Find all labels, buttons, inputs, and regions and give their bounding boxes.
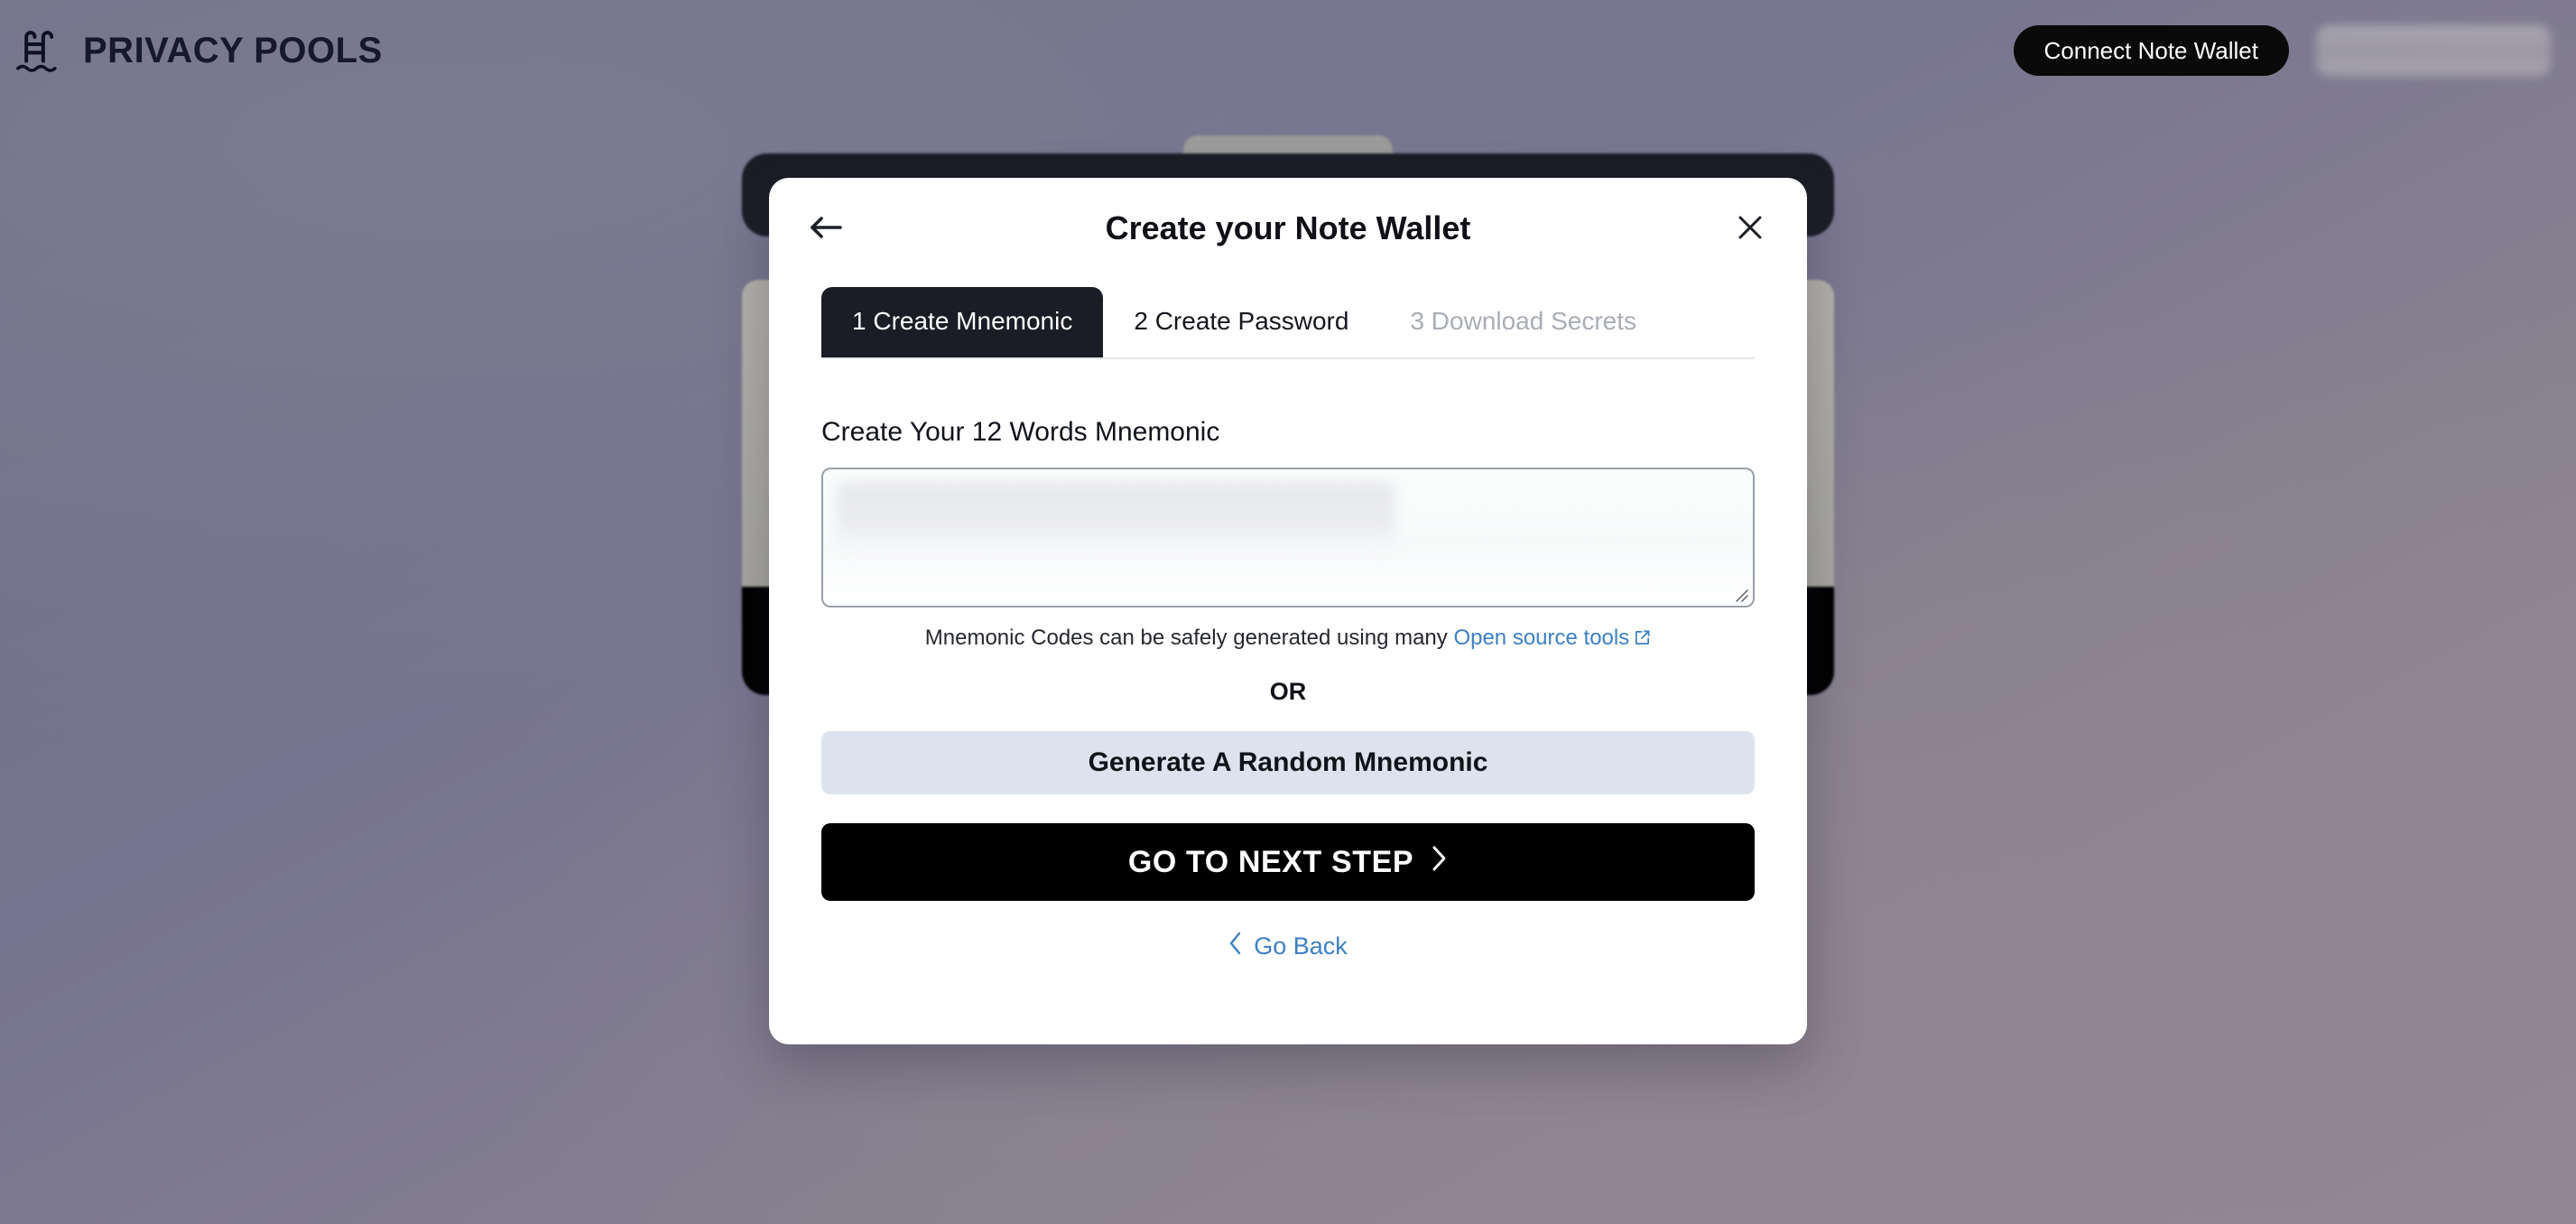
mnemonic-input[interactable] — [823, 469, 1753, 606]
go-to-next-step-button[interactable]: GO TO NEXT STEP — [821, 823, 1755, 901]
header-actions: Connect Note Wallet — [2013, 25, 2551, 76]
account-chip-redacted[interactable] — [2316, 25, 2551, 76]
open-source-tools-link[interactable]: Open source tools — [1453, 626, 1651, 650]
pool-ladder-icon — [13, 25, 63, 76]
wizard-tabs: 1 Create Mnemonic 2 Create Password 3 Do… — [821, 287, 1755, 359]
close-icon — [1736, 213, 1765, 245]
tab-download-secrets[interactable]: 3 Download Secrets — [1379, 287, 1667, 357]
brand-name: PRIVACY POOLS — [83, 30, 383, 70]
close-button[interactable] — [1726, 204, 1774, 253]
mnemonic-input-wrapper — [821, 468, 1755, 607]
app-header: PRIVACY POOLS Connect Note Wallet — [0, 0, 2576, 101]
generate-random-mnemonic-button[interactable]: Generate A Random Mnemonic — [821, 731, 1755, 794]
chevron-left-icon — [1228, 932, 1243, 961]
go-back-link[interactable]: Go Back — [821, 932, 1755, 961]
back-button[interactable] — [802, 204, 850, 253]
go-to-next-step-label: GO TO NEXT STEP — [1127, 844, 1414, 879]
mnemonic-field-label: Create Your 12 Words Mnemonic — [821, 417, 1220, 447]
mnemonic-hint: Mnemonic Codes can be safely generated u… — [821, 626, 1755, 653]
modal-body: Create Your 12 Words Mnemonic Mnemonic C… — [769, 417, 1807, 1019]
brand: PRIVACY POOLS — [13, 25, 383, 76]
chevron-right-icon — [1430, 844, 1448, 881]
tab-create-mnemonic[interactable]: 1 Create Mnemonic — [821, 287, 1104, 357]
modal-title: Create your Note Wallet — [1105, 209, 1471, 246]
or-divider-label: OR — [1269, 678, 1307, 705]
go-back-label: Go Back — [1254, 932, 1348, 960]
create-note-wallet-modal: Create your Note Wallet 1 Create Mnemoni… — [769, 178, 1807, 1044]
external-link-icon — [1634, 627, 1651, 652]
open-source-tools-label: Open source tools — [1453, 626, 1630, 650]
modal-header: Create your Note Wallet — [769, 178, 1807, 279]
arrow-left-icon — [809, 214, 843, 244]
mnemonic-hint-text: Mnemonic Codes can be safely generated u… — [924, 626, 1448, 650]
connect-note-wallet-button[interactable]: Connect Note Wallet — [2013, 25, 2289, 76]
modal-footer-spacer — [821, 961, 1755, 1019]
tab-create-password[interactable]: 2 Create Password — [1103, 287, 1379, 357]
